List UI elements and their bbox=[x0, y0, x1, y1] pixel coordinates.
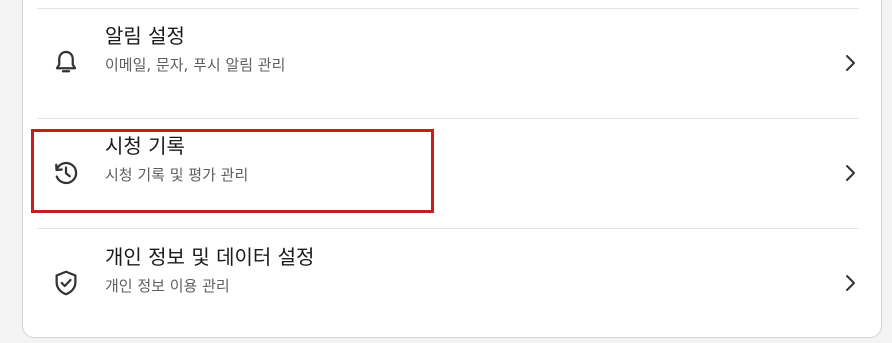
item-title: 개인 정보 및 데이터 설정 bbox=[105, 245, 315, 269]
settings-item-viewing-history[interactable]: 시청 기록 시청 기록 및 평가 관리 bbox=[23, 118, 881, 228]
divider bbox=[37, 8, 859, 9]
item-title: 알림 설정 bbox=[105, 24, 185, 48]
chevron-right-icon bbox=[846, 165, 855, 181]
item-subtitle: 시청 기록 및 평가 관리 bbox=[105, 166, 249, 184]
item-title: 시청 기록 bbox=[105, 134, 185, 158]
bell-icon bbox=[55, 50, 77, 73]
item-subtitle: 개인 정보 이용 관리 bbox=[105, 277, 230, 295]
chevron-right-icon bbox=[846, 55, 855, 71]
item-subtitle: 이메일, 문자, 푸시 알림 관리 bbox=[105, 56, 286, 74]
divider bbox=[37, 228, 859, 229]
divider bbox=[37, 118, 859, 119]
history-icon bbox=[55, 161, 78, 185]
chevron-right-icon bbox=[846, 275, 855, 291]
settings-card: 알림 설정 이메일, 문자, 푸시 알림 관리 시청 기록 시청 기록 및 평가… bbox=[22, 0, 882, 338]
settings-item-notifications[interactable]: 알림 설정 이메일, 문자, 푸시 알림 관리 bbox=[23, 8, 881, 118]
settings-item-privacy[interactable]: 개인 정보 및 데이터 설정 개인 정보 이용 관리 bbox=[23, 228, 881, 338]
shield-check-icon bbox=[55, 270, 77, 296]
